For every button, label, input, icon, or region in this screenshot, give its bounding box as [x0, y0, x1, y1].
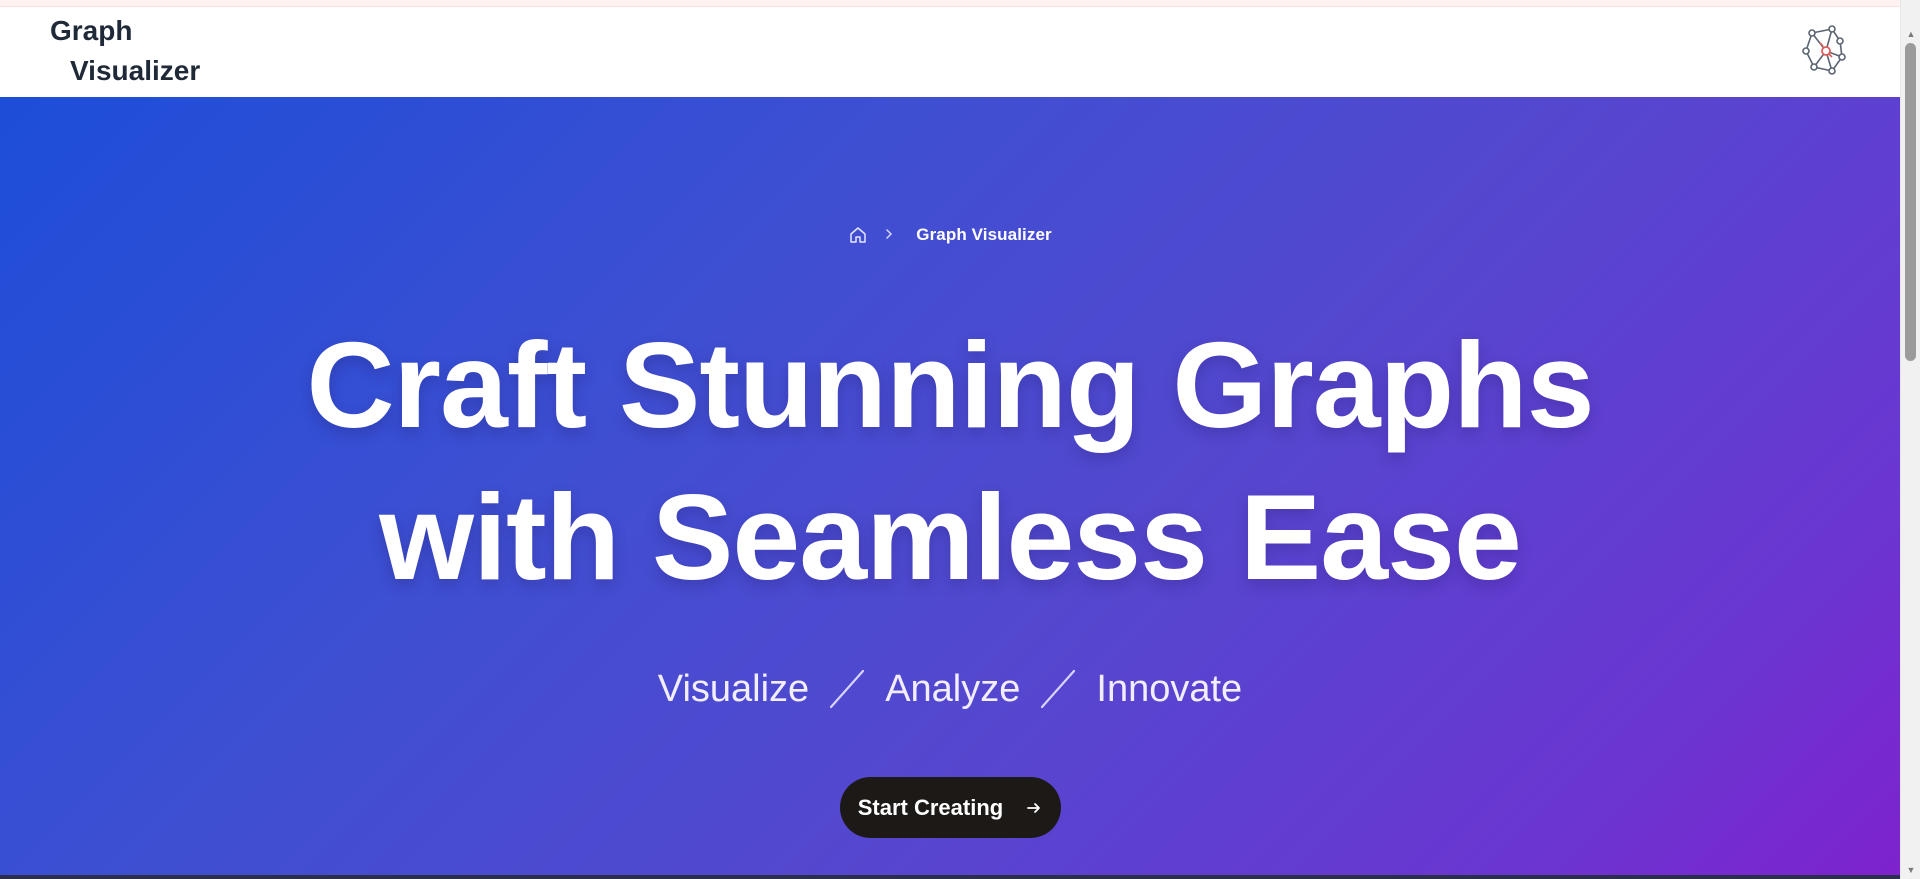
breadcrumb: Graph Visualizer: [0, 225, 1900, 245]
bottom-edge: [0, 875, 1900, 879]
slash-divider-icon: [825, 667, 869, 711]
chevron-right-icon: [882, 227, 896, 244]
hero-headline: Craft Stunning Graphs with Seamless Ease: [0, 309, 1900, 613]
scrollbar-thumb[interactable]: [1905, 43, 1916, 361]
slash-divider-icon: [1036, 667, 1080, 711]
cta-label: Start Creating: [857, 794, 1004, 820]
scroll-up-arrow-icon[interactable]: ▲: [1901, 25, 1920, 43]
tagline-word-analyze: Analyze: [885, 667, 1021, 710]
page-scrollbar[interactable]: ▲ ▼: [1900, 0, 1920, 879]
tagline-word-visualize: Visualize: [657, 667, 810, 710]
site-header: Graph Visualizer: [0, 7, 1900, 97]
site-logo[interactable]: Graph Visualizer: [50, 11, 200, 91]
hero-tagline: Visualize Analyze Innovate: [0, 667, 1900, 711]
scroll-down-arrow-icon[interactable]: ▼: [1901, 861, 1920, 879]
arrow-right-icon: [1025, 799, 1043, 817]
breadcrumb-current: Graph Visualizer: [916, 225, 1052, 244]
headline-line-1: Craft Stunning Graphs: [306, 317, 1594, 453]
logo-line-1: Graph: [50, 15, 133, 46]
home-icon[interactable]: [848, 225, 868, 245]
tagline-word-innovate: Innovate: [1096, 667, 1243, 710]
headline-line-2: with Seamless Ease: [379, 469, 1522, 605]
start-creating-button[interactable]: Start Creating: [840, 777, 1061, 838]
logo-line-2: Visualizer: [70, 55, 201, 86]
hero-section: Graph Visualizer Craft Stunning Graphs w…: [0, 97, 1900, 879]
top-border: [0, 0, 1900, 7]
graph-network-icon[interactable]: [1798, 21, 1848, 79]
